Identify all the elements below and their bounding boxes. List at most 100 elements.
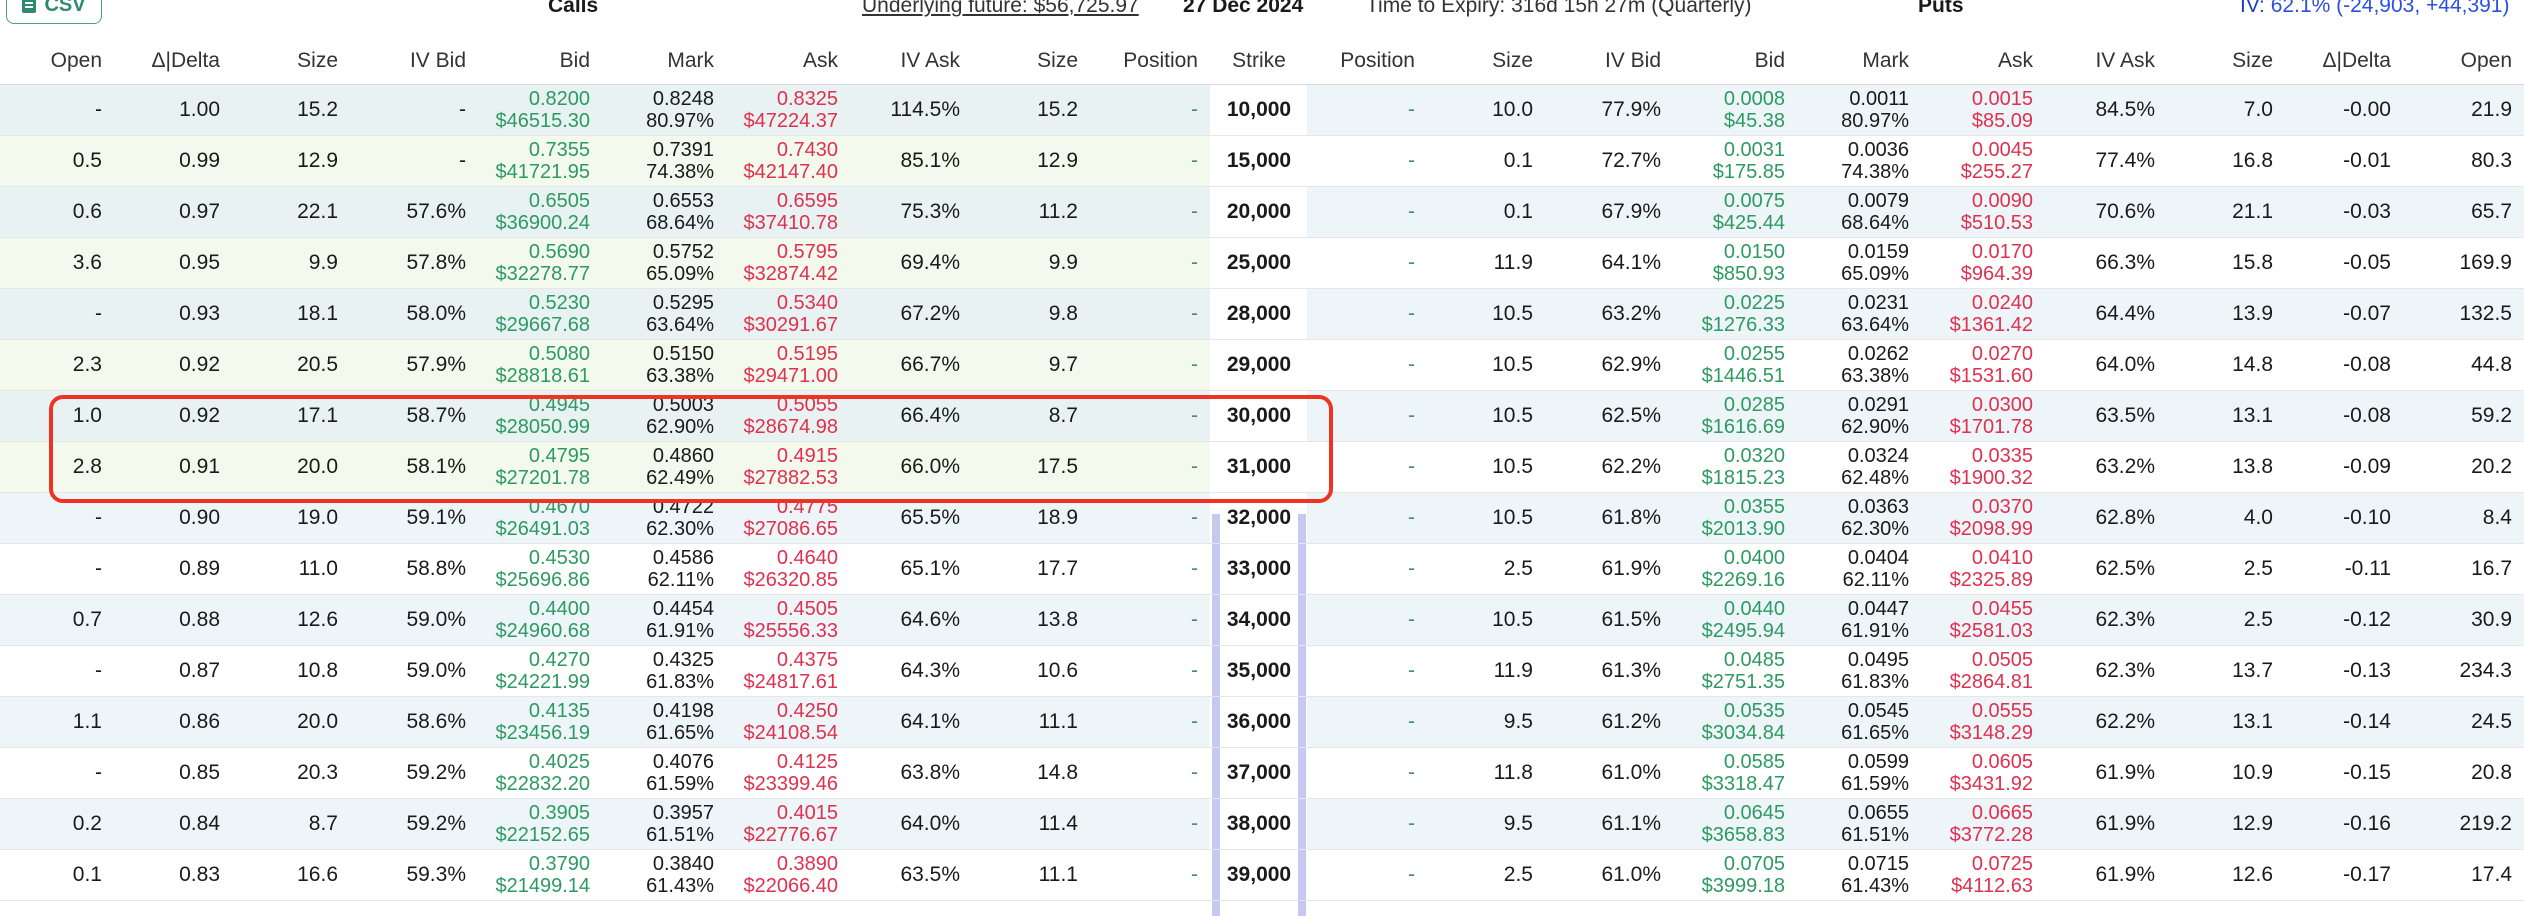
calls-bid-cell[interactable]: 0.6505 $36900.24 xyxy=(478,187,602,237)
puts-mark-cell[interactable]: 0.0447 61.91% xyxy=(1797,595,1921,645)
column-header-puts-iv-bid[interactable]: IV Bid xyxy=(1545,38,1673,84)
column-header-calls-iv-bid[interactable]: IV Bid xyxy=(350,38,478,84)
puts-ask-cell[interactable]: 0.0455 $2581.03 xyxy=(1921,595,2045,645)
strike-price[interactable]: 20,000 xyxy=(1212,187,1306,237)
puts-mark-cell[interactable]: 0.0231 63.64% xyxy=(1797,289,1921,339)
puts-bid-cell[interactable]: 0.0031 $175.85 xyxy=(1673,136,1797,186)
calls-bid-cell[interactable]: 0.5080 $28818.61 xyxy=(478,340,602,390)
table-row[interactable]: 1.0 0.92 17.1 58.7% 0.4945 $28050.99 0.5003 62.… xyxy=(0,391,2524,442)
column-header-strike[interactable]: Strike xyxy=(1212,38,1306,84)
calls-bid-cell[interactable]: 0.5230 $29667.68 xyxy=(478,289,602,339)
strike-price[interactable]: 33,000 xyxy=(1212,544,1306,594)
puts-mark-cell[interactable]: 0.0291 62.90% xyxy=(1797,391,1921,441)
calls-mark-cell[interactable]: 0.7391 74.38% xyxy=(602,136,726,186)
strike-price[interactable]: 39,000 xyxy=(1212,850,1306,900)
calls-mark-cell[interactable]: 0.8248 80.97% xyxy=(602,85,726,135)
table-row[interactable]: 1.1 0.86 20.0 58.6% 0.4135 $23456.19 0.4198 61.… xyxy=(0,697,2524,748)
column-header-puts-ask[interactable]: Ask xyxy=(1921,38,2045,84)
column-header-puts-position[interactable]: Position xyxy=(1307,38,1427,84)
column-header-puts-bid[interactable]: Bid xyxy=(1673,38,1797,84)
calls-ask-cell[interactable]: 0.8325 $47224.37 xyxy=(726,85,850,135)
column-header-puts-iv-ask[interactable]: IV Ask xyxy=(2045,38,2167,84)
puts-ask-cell[interactable]: 0.0335 $1900.32 xyxy=(1921,442,2045,492)
column-header-calls-ask-size[interactable]: Size xyxy=(972,38,1090,84)
underlying-future-link[interactable]: Underlying future: $56,725.97 xyxy=(862,0,1139,21)
column-header-puts-ask-size[interactable]: Size xyxy=(2167,38,2285,84)
calls-mark-cell[interactable]: 0.3840 61.43% xyxy=(602,850,726,900)
puts-bid-cell[interactable]: 0.0355 $2013.90 xyxy=(1673,493,1797,543)
calls-ask-cell[interactable]: 0.3890 $22066.40 xyxy=(726,850,850,900)
puts-ask-cell[interactable]: 0.0240 $1361.42 xyxy=(1921,289,2045,339)
puts-mark-cell[interactable]: 0.0079 68.64% xyxy=(1797,187,1921,237)
puts-bid-cell[interactable]: 0.0255 $1446.51 xyxy=(1673,340,1797,390)
column-header-puts-delta[interactable]: Δ|Delta xyxy=(2285,38,2403,84)
puts-bid-cell[interactable]: 0.0645 $3658.83 xyxy=(1673,799,1797,849)
table-row[interactable]: 0.2 0.84 8.7 59.2% 0.3905 $22152.65 0.3957 61.5… xyxy=(0,799,2524,850)
strike-price[interactable]: 30,000 xyxy=(1212,391,1306,441)
calls-ask-cell[interactable]: 0.5795 $32874.42 xyxy=(726,238,850,288)
column-header-calls-mark[interactable]: Mark xyxy=(602,38,726,84)
calls-ask-cell[interactable]: 0.4125 $23399.46 xyxy=(726,748,850,798)
calls-mark-cell[interactable]: 0.4860 62.49% xyxy=(602,442,726,492)
puts-mark-cell[interactable]: 0.0011 80.97% xyxy=(1797,85,1921,135)
puts-ask-cell[interactable]: 0.0605 $3431.92 xyxy=(1921,748,2045,798)
calls-bid-cell[interactable]: 0.4795 $27201.78 xyxy=(478,442,602,492)
csv-export-button[interactable]: CSV xyxy=(6,0,102,24)
puts-bid-cell[interactable]: 0.0535 $3034.84 xyxy=(1673,697,1797,747)
table-row[interactable]: 0.6 0.97 22.1 57.6% 0.6505 $36900.24 0.6553 68.… xyxy=(0,187,2524,238)
calls-ask-cell[interactable]: 0.7430 $42147.40 xyxy=(726,136,850,186)
calls-ask-cell[interactable]: 0.4015 $22776.67 xyxy=(726,799,850,849)
puts-ask-cell[interactable]: 0.0725 $4112.63 xyxy=(1921,850,2045,900)
column-header-calls-bid[interactable]: Bid xyxy=(478,38,602,84)
calls-bid-cell[interactable]: 0.4270 $24221.99 xyxy=(478,646,602,696)
strike-price[interactable]: 35,000 xyxy=(1212,646,1306,696)
calls-ask-cell[interactable]: 0.4915 $27882.53 xyxy=(726,442,850,492)
puts-bid-cell[interactable]: 0.0075 $425.44 xyxy=(1673,187,1797,237)
puts-mark-cell[interactable]: 0.0715 61.43% xyxy=(1797,850,1921,900)
column-header-calls-size[interactable]: Size xyxy=(232,38,350,84)
calls-mark-cell[interactable]: 0.3957 61.51% xyxy=(602,799,726,849)
table-row[interactable]: -0.90 19.0 59.1% 0.4670 $26491.03 0.4722 62.30… xyxy=(0,493,2524,544)
calls-ask-cell[interactable]: 0.4775 $27086.65 xyxy=(726,493,850,543)
puts-mark-cell[interactable]: 0.0159 65.09% xyxy=(1797,238,1921,288)
puts-ask-cell[interactable]: 0.0045 $255.27 xyxy=(1921,136,2045,186)
puts-mark-cell[interactable]: 0.0545 61.65% xyxy=(1797,697,1921,747)
table-row[interactable]: 2.8 0.91 20.0 58.1% 0.4795 $27201.78 0.4860 62.… xyxy=(0,442,2524,493)
calls-ask-cell[interactable]: 0.5195 $29471.00 xyxy=(726,340,850,390)
calls-bid-cell[interactable]: 0.3905 $22152.65 xyxy=(478,799,602,849)
puts-mark-cell[interactable]: 0.0404 62.11% xyxy=(1797,544,1921,594)
puts-mark-cell[interactable]: 0.0262 63.38% xyxy=(1797,340,1921,390)
puts-bid-cell[interactable]: 0.0225 $1276.33 xyxy=(1673,289,1797,339)
puts-ask-cell[interactable]: 0.0300 $1701.78 xyxy=(1921,391,2045,441)
table-row[interactable]: -1.00 15.2-0.8200 $46515.30 0.8248 80.97% 0.8… xyxy=(0,85,2524,136)
calls-bid-cell[interactable]: 0.3790 $21499.14 xyxy=(478,850,602,900)
puts-ask-cell[interactable]: 0.0090 $510.53 xyxy=(1921,187,2045,237)
calls-bid-cell[interactable]: 0.4400 $24960.68 xyxy=(478,595,602,645)
calls-ask-cell[interactable]: 0.4640 $26320.85 xyxy=(726,544,850,594)
column-header-puts-open[interactable]: Open xyxy=(2403,38,2524,84)
column-header-calls-delta[interactable]: Δ|Delta xyxy=(114,38,232,84)
strike-price[interactable]: 38,000 xyxy=(1212,799,1306,849)
calls-ask-cell[interactable]: 0.4375 $24817.61 xyxy=(726,646,850,696)
puts-mark-cell[interactable]: 0.0036 74.38% xyxy=(1797,136,1921,186)
calls-mark-cell[interactable]: 0.4454 61.91% xyxy=(602,595,726,645)
puts-mark-cell[interactable]: 0.0324 62.48% xyxy=(1797,442,1921,492)
table-row[interactable]: 0.1 0.83 16.6 59.3% 0.3790 $21499.14 0.3840 61.… xyxy=(0,850,2524,901)
puts-ask-cell[interactable]: 0.0505 $2864.81 xyxy=(1921,646,2045,696)
calls-bid-cell[interactable]: 0.8200 $46515.30 xyxy=(478,85,602,135)
puts-ask-cell[interactable]: 0.0270 $1531.60 xyxy=(1921,340,2045,390)
calls-mark-cell[interactable]: 0.5003 62.90% xyxy=(602,391,726,441)
puts-bid-cell[interactable]: 0.0320 $1815.23 xyxy=(1673,442,1797,492)
strike-price[interactable]: 36,000 xyxy=(1212,697,1306,747)
puts-mark-cell[interactable]: 0.0495 61.83% xyxy=(1797,646,1921,696)
puts-ask-cell[interactable]: 0.0015 $85.09 xyxy=(1921,85,2045,135)
strike-price[interactable]: 15,000 xyxy=(1212,136,1306,186)
calls-mark-cell[interactable]: 0.4076 61.59% xyxy=(602,748,726,798)
calls-mark-cell[interactable]: 0.4722 62.30% xyxy=(602,493,726,543)
column-header-calls-open[interactable]: Open xyxy=(0,38,114,84)
puts-bid-cell[interactable]: 0.0008 $45.38 xyxy=(1673,85,1797,135)
column-header-calls-ask[interactable]: Ask xyxy=(726,38,850,84)
calls-ask-cell[interactable]: 0.4505 $25556.33 xyxy=(726,595,850,645)
puts-bid-cell[interactable]: 0.0285 $1616.69 xyxy=(1673,391,1797,441)
strike-price[interactable]: 32,000 xyxy=(1212,493,1306,543)
